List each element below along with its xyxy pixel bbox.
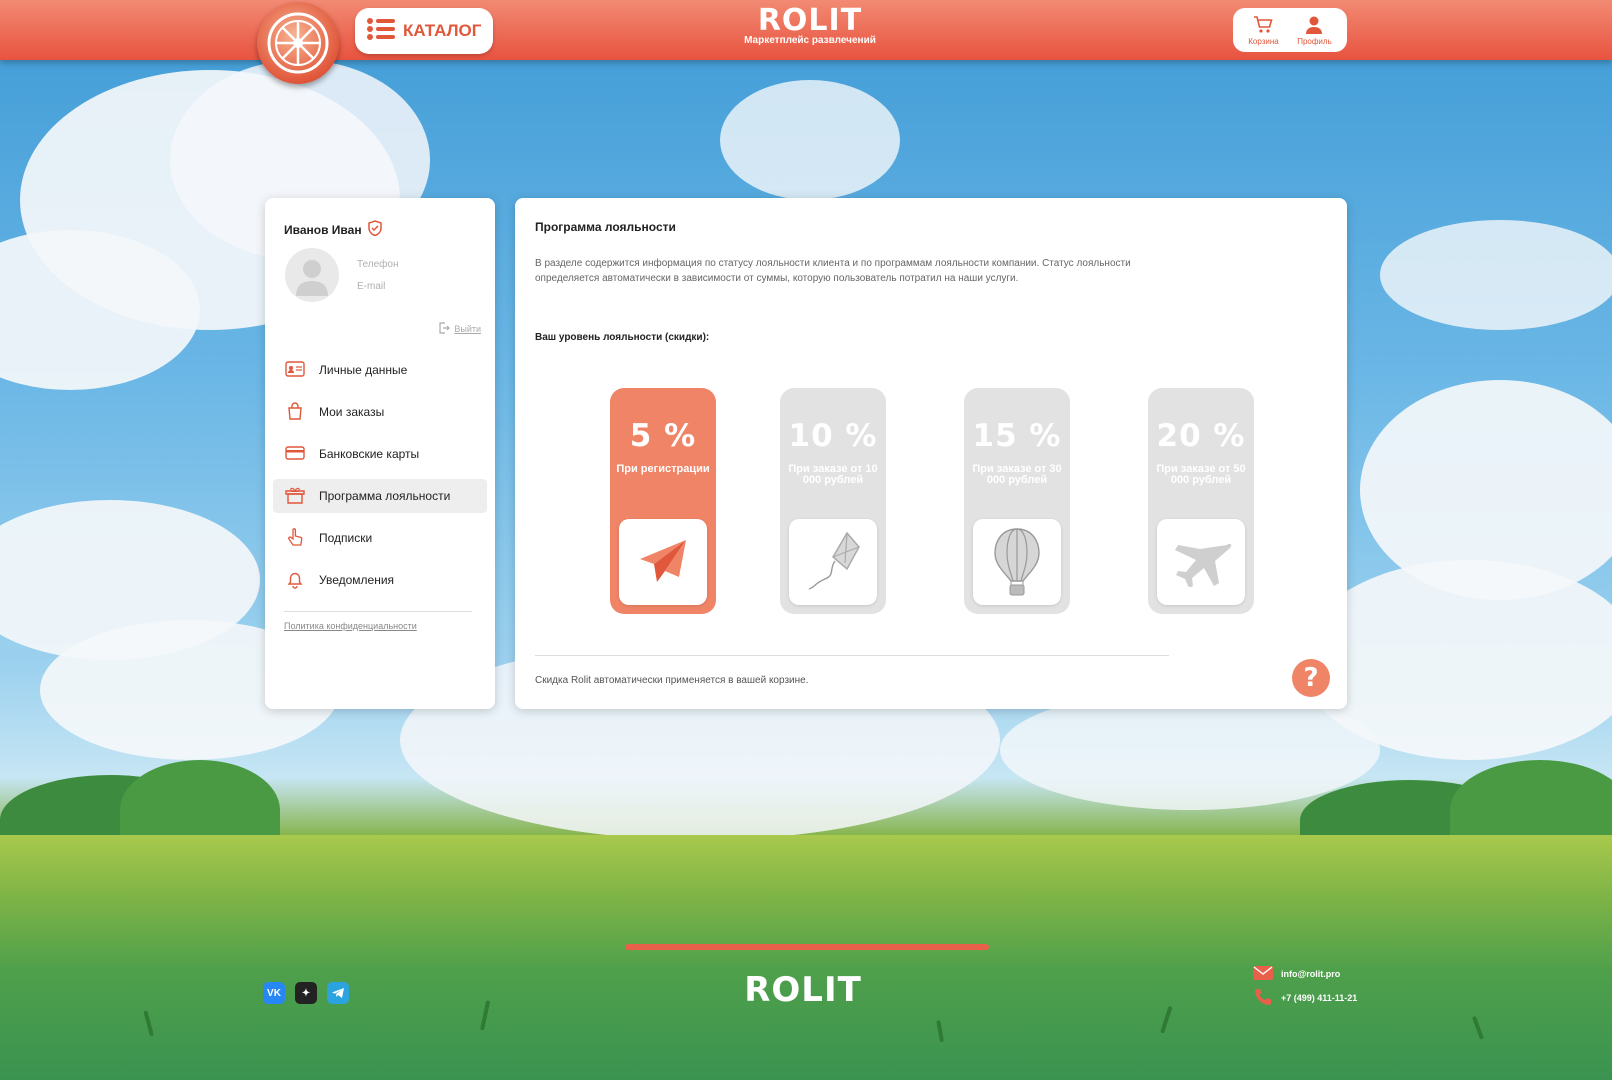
tier-condition: При заказе от 30 000 рублей — [972, 463, 1062, 486]
loyalty-panel: Программа лояльности В разделе содержитс… — [515, 198, 1347, 709]
help-question-icon: ? — [1303, 663, 1319, 693]
tier-percent: 10 % — [788, 418, 878, 454]
sidebar-item-label: Банковские карты — [319, 447, 420, 461]
pointer-hand-icon — [285, 527, 305, 550]
sidebar-item-label: Личные данные — [319, 363, 408, 377]
sidebar-item-label: Уведомления — [319, 573, 395, 587]
profile-label: Профиль — [1297, 36, 1332, 46]
user-name-row: Иванов Иван — [284, 220, 382, 239]
footer-accent-bar — [625, 944, 989, 950]
shopping-bag-icon — [285, 401, 305, 423]
sidebar-item-label: Программа лояльности — [319, 489, 451, 503]
sidebar-item-subscriptions[interactable]: Подписки — [273, 521, 487, 555]
tier-card-5[interactable]: 5 % При регистрации — [610, 388, 716, 614]
loyalty-tiers: 5 % При регистрации 10 % При заказе от 1… — [515, 388, 1347, 618]
brand-name: ROLIT — [757, 3, 863, 38]
tier-card-15[interactable]: 15 % При заказе от 30 000 рублей — [964, 388, 1070, 614]
sidebar-menu: Личные данные Мои заказы Банковские карт… — [273, 353, 487, 605]
tier-condition: При регистрации — [616, 463, 710, 475]
user-actions: Корзина Профиль — [1233, 8, 1347, 52]
phone-icon — [1253, 987, 1273, 1009]
paper-plane-icon — [619, 519, 707, 605]
tier-percent: 5 % — [629, 418, 697, 454]
credit-card-icon — [285, 445, 305, 464]
zen-icon[interactable]: ✦ — [295, 982, 317, 1004]
logo-orange-icon[interactable] — [257, 2, 339, 84]
logout-label: Выйти — [454, 324, 481, 334]
phone-field[interactable]: Телефон — [357, 259, 398, 270]
tier-card-20[interactable]: 20 % При заказе от 50 000 рублей — [1148, 388, 1254, 614]
sidebar-item-orders[interactable]: Мои заказы — [273, 395, 487, 429]
gift-icon — [285, 486, 305, 507]
email-field[interactable]: E-mail — [357, 281, 385, 292]
verified-shield-icon — [367, 220, 382, 239]
mail-icon — [1253, 966, 1273, 982]
loyalty-description: В разделе содержится информация по стату… — [535, 258, 1131, 284]
telegram-icon[interactable] — [327, 982, 349, 1004]
privacy-policy-link[interactable]: Политика конфиденциальности — [284, 621, 417, 631]
user-name: Иванов Иван — [284, 222, 362, 237]
profile-button[interactable]: Профиль — [1297, 15, 1332, 46]
sidebar-item-personal-data[interactable]: Личные данные — [273, 353, 487, 387]
tier-percent: 20 % — [1156, 418, 1246, 454]
sidebar-item-bank-cards[interactable]: Банковские карты — [273, 437, 487, 471]
bell-icon — [285, 569, 305, 592]
tier-percent: 15 % — [972, 418, 1062, 454]
tier-condition: При заказе от 50 000 рублей — [1156, 463, 1246, 486]
id-card-icon — [285, 360, 305, 380]
sidebar-item-label: Подписки — [319, 531, 373, 545]
top-header: КАТАЛОГ ROLIT Маркетплейс развлечений Ко… — [0, 0, 1612, 84]
kite-icon — [789, 519, 877, 605]
tier-condition: При заказе от 10 000 рублей — [788, 463, 878, 486]
social-links: VK ✦ — [263, 982, 349, 1004]
footer-contacts: info@rolit.pro +7 (499) 411-11-21 — [1253, 962, 1357, 1010]
brand-logo[interactable]: ROLIT Маркетплейс развлечений — [725, 6, 895, 46]
sidebar-item-loyalty[interactable]: Программа лояльности — [273, 479, 487, 513]
logout-link[interactable]: Выйти — [438, 322, 481, 336]
hot-air-balloon-icon — [973, 519, 1061, 605]
menu-list-icon — [367, 17, 395, 45]
cart-label: Корзина — [1248, 36, 1279, 46]
discount-note: Скидка Rolit автоматически применяется в… — [535, 675, 809, 686]
tier-card-10[interactable]: 10 % При заказе от 10 000 рублей — [780, 388, 886, 614]
footer-brand[interactable]: ROLIT — [728, 970, 878, 1010]
email-text: info@rolit.pro — [1281, 969, 1341, 979]
help-button[interactable]: ? — [1292, 659, 1330, 697]
catalog-button[interactable]: КАТАЛОГ — [355, 8, 493, 54]
avatar[interactable] — [285, 248, 339, 302]
sidebar-item-notifications[interactable]: Уведомления — [273, 563, 487, 597]
avatar-placeholder-icon — [296, 260, 328, 296]
logout-icon — [438, 322, 451, 336]
brand-tagline: Маркетплейс развлечений — [744, 35, 876, 46]
airplane-icon — [1157, 519, 1245, 605]
sidebar-divider — [284, 611, 472, 612]
loyalty-level-label: Ваш уровень лояльности (скидки): — [535, 332, 710, 343]
cart-button[interactable]: Корзина — [1248, 15, 1279, 46]
vk-icon[interactable]: VK — [263, 982, 285, 1004]
cart-icon — [1253, 15, 1274, 37]
page-title: Программа лояльности — [535, 220, 676, 234]
panel-divider — [535, 655, 1169, 656]
profile-sidebar: Иванов Иван Телефон E-mail Выйти Личные … — [265, 198, 495, 709]
sidebar-item-label: Мои заказы — [319, 405, 385, 419]
contact-email[interactable]: info@rolit.pro — [1253, 962, 1357, 986]
phone-text: +7 (499) 411-11-21 — [1281, 993, 1358, 1003]
catalog-label: КАТАЛОГ — [403, 21, 482, 40]
profile-icon — [1304, 15, 1324, 37]
contact-phone[interactable]: +7 (499) 411-11-21 — [1253, 986, 1357, 1010]
